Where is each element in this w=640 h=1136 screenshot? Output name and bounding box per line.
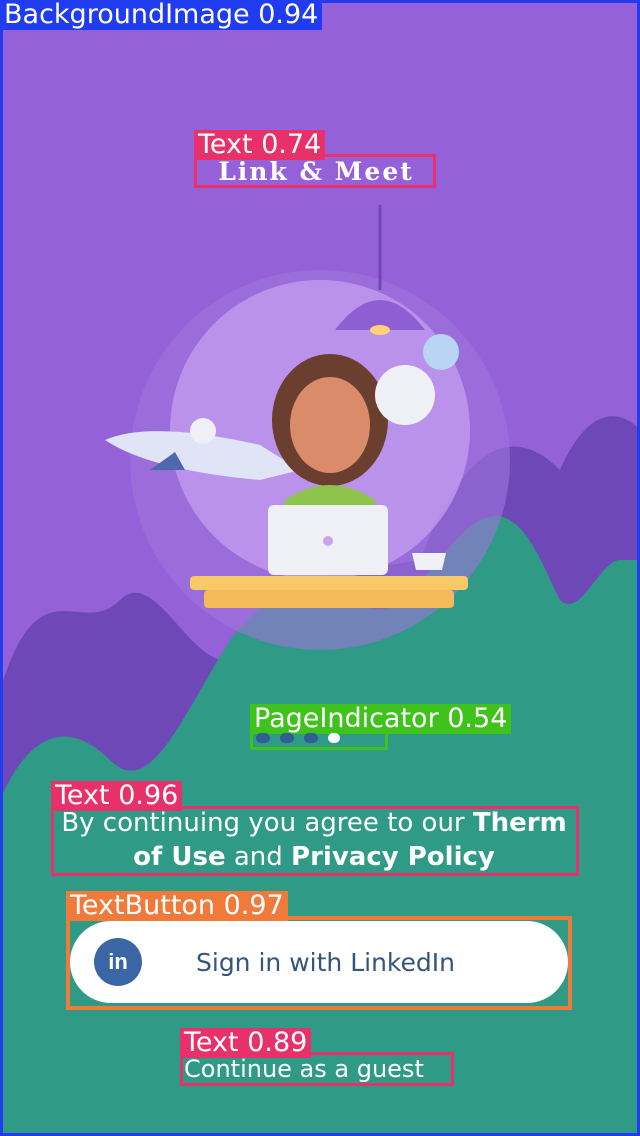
page-dot-active[interactable] (328, 733, 340, 743)
app-title: Link & Meet (218, 157, 414, 186)
signin-label: Sign in with LinkedIn (196, 947, 455, 977)
page-indicator[interactable] (256, 733, 340, 743)
page-dot[interactable] (280, 733, 294, 743)
terms-prefix: By continuing you agree to our (61, 808, 473, 838)
linkedin-icon: in (94, 938, 142, 986)
page-dot[interactable] (256, 733, 270, 743)
detection-label-button: TextButton 0.97 (66, 891, 288, 921)
detection-label-title: Text 0.74 (194, 130, 326, 160)
linkedin-signin-button[interactable]: in Sign in with LinkedIn (70, 921, 568, 1003)
privacy-policy-link[interactable]: Privacy Policy (291, 842, 495, 872)
page-dot[interactable] (304, 733, 318, 743)
detection-label-pager: PageIndicator 0.54 (250, 704, 512, 734)
terms-text: By continuing you agree to our Therm of … (54, 806, 574, 874)
terms-middle: and (225, 842, 292, 872)
continue-as-guest-link[interactable]: Continue as a guest (184, 1054, 450, 1084)
detection-label-background: BackgroundImage 0.94 (0, 0, 323, 30)
